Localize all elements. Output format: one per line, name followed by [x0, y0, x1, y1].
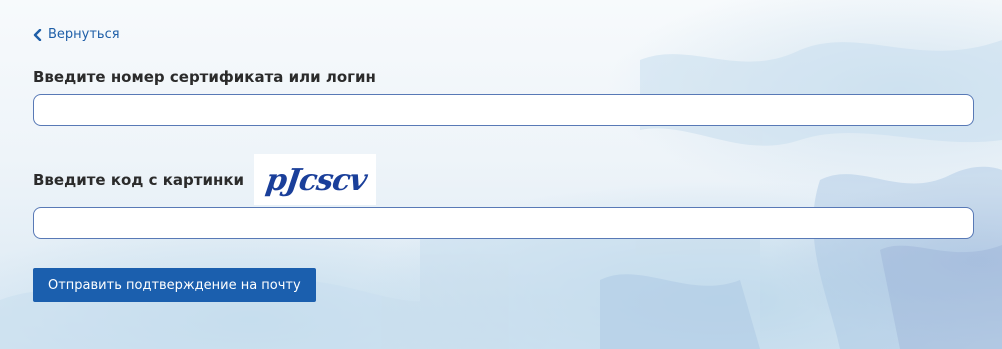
captcha-label: Введите код с картинки [33, 170, 245, 189]
page: Вернуться Введите номер сертификата или … [0, 0, 1002, 349]
captcha-text: pJcscv [264, 163, 370, 198]
chevron-left-icon [33, 28, 42, 41]
captcha-row: Введите код с картинки pJcscv [33, 154, 377, 205]
back-link-label: Вернуться [48, 27, 120, 42]
captcha-image: pJcscv [254, 154, 377, 205]
login-label: Введите номер сертификата или логин [33, 68, 376, 86]
back-link[interactable]: Вернуться [33, 27, 120, 42]
captcha-input[interactable] [33, 207, 974, 239]
login-input[interactable] [33, 94, 974, 126]
send-confirmation-button[interactable]: Отправить подтверждение на почту [33, 268, 316, 302]
